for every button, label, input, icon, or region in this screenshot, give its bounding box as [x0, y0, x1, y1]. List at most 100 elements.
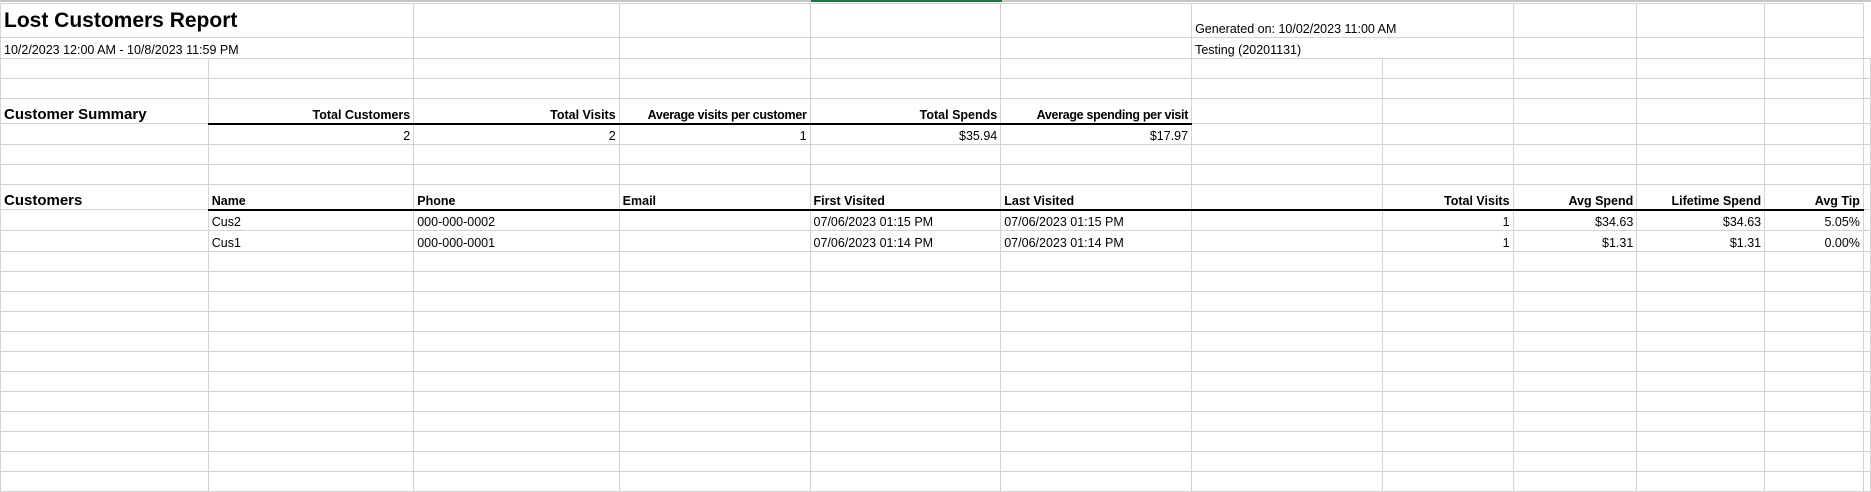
cell[interactable] [1191, 251, 1383, 272]
cell[interactable] [1000, 391, 1193, 412]
cell[interactable] [1636, 271, 1766, 292]
cell[interactable] [1191, 311, 1383, 332]
cell[interactable] [1512, 164, 1638, 185]
cell[interactable] [618, 431, 811, 452]
summary-value[interactable]: 1 [618, 123, 811, 145]
cell[interactable] [1764, 391, 1864, 412]
cell[interactable] [1191, 144, 1383, 165]
cell[interactable] [1191, 291, 1383, 312]
cell[interactable] [207, 351, 415, 372]
customer-avg-tip[interactable]: 0.00% [1764, 230, 1864, 252]
cell[interactable] [1764, 164, 1864, 185]
cell[interactable] [1191, 209, 1383, 231]
column-header-total-visits[interactable]: Total Visits [1381, 184, 1514, 211]
cell[interactable] [413, 311, 620, 332]
summary-header[interactable]: Total Customers [207, 98, 415, 125]
cell[interactable] [413, 291, 620, 312]
cell[interactable] [809, 311, 1002, 332]
cell[interactable] [1636, 371, 1766, 392]
customer-phone[interactable]: 000-000-0002 [413, 209, 620, 231]
cell[interactable] [1764, 251, 1864, 272]
cell[interactable] [1000, 58, 1193, 79]
customer-total-visits[interactable]: 1 [1381, 209, 1514, 231]
cell[interactable] [618, 271, 811, 292]
cell[interactable] [618, 164, 811, 185]
cell[interactable] [207, 371, 415, 392]
cell[interactable] [207, 431, 415, 452]
cell[interactable] [413, 451, 620, 472]
cell[interactable] [1000, 451, 1193, 472]
customer-avg-spend[interactable]: $34.63 [1512, 209, 1638, 231]
column-header-lifetime-spend[interactable]: Lifetime Spend [1636, 184, 1766, 211]
cell[interactable] [0, 471, 209, 492]
customer-name[interactable]: Cus1 [207, 230, 415, 252]
cell[interactable] [1636, 58, 1766, 79]
cell[interactable] [0, 451, 209, 472]
customer-total-visits[interactable]: 1 [1381, 230, 1514, 252]
cell[interactable] [618, 251, 811, 272]
cell[interactable] [1191, 78, 1383, 99]
cell[interactable] [207, 311, 415, 332]
date-range[interactable]: 10/2/2023 12:00 AM - 10/8/2023 11:59 PM [0, 37, 415, 59]
cell[interactable] [1636, 471, 1766, 492]
cell[interactable] [413, 391, 620, 412]
cell[interactable] [1191, 331, 1383, 352]
cell[interactable] [1000, 471, 1193, 492]
cell[interactable] [1764, 58, 1864, 79]
cell[interactable] [809, 164, 1002, 185]
cell[interactable] [618, 471, 811, 492]
cell[interactable] [1512, 331, 1638, 352]
cell[interactable] [1764, 371, 1864, 392]
cell[interactable] [809, 391, 1002, 412]
cell[interactable] [1512, 471, 1638, 492]
cell[interactable] [207, 58, 415, 79]
cell[interactable] [1512, 411, 1638, 432]
cell[interactable] [1512, 58, 1638, 79]
cell[interactable] [1512, 291, 1638, 312]
cell[interactable] [413, 251, 620, 272]
cell[interactable] [1000, 78, 1193, 99]
cell[interactable] [413, 351, 620, 372]
summary-value[interactable]: $17.97 [1000, 123, 1193, 145]
cell[interactable] [1764, 144, 1864, 165]
customer-first-visited[interactable]: 07/06/2023 01:14 PM [809, 230, 1002, 252]
cell[interactable] [1191, 471, 1383, 492]
cell[interactable] [413, 78, 620, 99]
cell[interactable] [1191, 164, 1383, 185]
cell[interactable] [207, 391, 415, 412]
column-header-avg-tip[interactable]: Avg Tip [1764, 184, 1864, 211]
cell[interactable] [809, 58, 1002, 79]
customer-last-visited[interactable]: 07/06/2023 01:14 PM [1000, 230, 1193, 252]
summary-header[interactable]: Total Visits [413, 98, 620, 125]
cell[interactable] [1636, 351, 1766, 372]
cell[interactable] [1764, 431, 1864, 452]
cell[interactable] [618, 78, 811, 99]
cell[interactable] [618, 58, 811, 79]
column-header-name[interactable]: Name [207, 184, 415, 211]
cell[interactable] [1636, 78, 1766, 99]
cell[interactable] [1381, 164, 1514, 185]
cell[interactable] [207, 291, 415, 312]
cell[interactable] [207, 451, 415, 472]
cell[interactable] [809, 331, 1002, 352]
cell[interactable] [1000, 311, 1193, 332]
cell[interactable] [809, 411, 1002, 432]
cell[interactable] [809, 471, 1002, 492]
cell[interactable] [809, 431, 1002, 452]
cell[interactable] [1512, 271, 1638, 292]
cell[interactable] [1862, 451, 1871, 472]
customer-first-visited[interactable]: 07/06/2023 01:15 PM [809, 209, 1002, 231]
cell[interactable] [809, 351, 1002, 372]
cell[interactable] [809, 371, 1002, 392]
cell[interactable] [1512, 451, 1638, 472]
cell[interactable] [618, 391, 811, 412]
cell[interactable] [618, 371, 811, 392]
cell[interactable] [207, 78, 415, 99]
cell[interactable] [1191, 391, 1383, 412]
cell[interactable] [0, 411, 209, 432]
cell[interactable] [1636, 331, 1766, 352]
store-name[interactable]: Testing (20201131) [1191, 37, 1514, 59]
cell[interactable] [0, 371, 209, 392]
cell[interactable] [1512, 351, 1638, 372]
cell[interactable] [0, 271, 209, 292]
